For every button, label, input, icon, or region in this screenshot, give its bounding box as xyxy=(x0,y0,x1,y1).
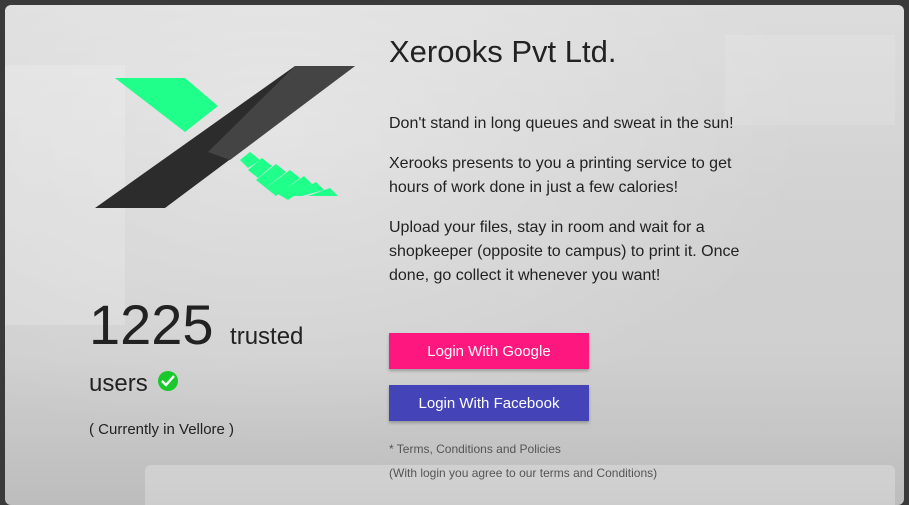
terms-link[interactable]: * Terms, Conditions and Policies xyxy=(389,442,561,456)
intro-paragraph-1: Don't stand in long queues and sweat in … xyxy=(389,115,734,132)
login-facebook-button[interactable]: Login With Facebook xyxy=(389,385,589,421)
xerooks-logo xyxy=(95,66,355,208)
users-line: users xyxy=(89,370,178,398)
location-text: ( Currently in Vellore ) xyxy=(89,421,235,438)
intro-paragraph-3: Upload your files, stay in room and wait… xyxy=(389,219,740,284)
login-google-button[interactable]: Login With Google xyxy=(389,333,589,369)
trusted-label: trusted xyxy=(230,323,304,350)
user-count-line: 1225 trusted xyxy=(89,292,303,357)
intro-paragraph-2: Xerooks presents to you a printing servi… xyxy=(389,155,732,196)
check-circle-icon xyxy=(157,371,178,391)
users-label: users xyxy=(89,370,148,397)
logo-green-bar xyxy=(115,78,218,132)
company-name: Xerooks Pvt Ltd. xyxy=(389,34,617,69)
logo-green-stripes xyxy=(240,152,338,200)
terms-note: (With login you agree to our terms and C… xyxy=(389,466,658,480)
user-count: 1225 xyxy=(89,293,214,356)
